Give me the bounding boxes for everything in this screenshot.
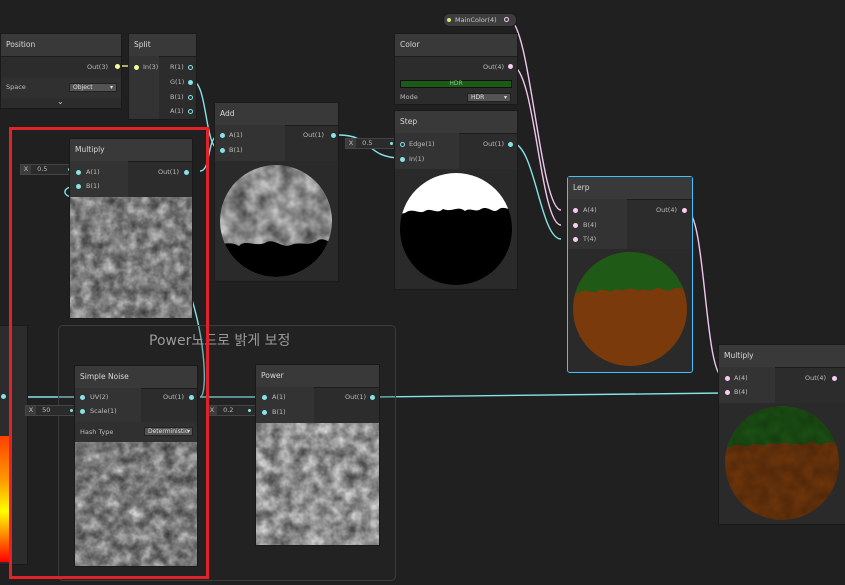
multiply-node-right[interactable]: Multiply A(4) B(4) Out(4): [718, 344, 845, 525]
edge-x-label: X: [346, 139, 356, 148]
uv-out-port[interactable]: [1, 394, 6, 399]
add-out-port[interactable]: [331, 133, 336, 138]
step-in-port[interactable]: [400, 157, 405, 162]
space-dropdown[interactable]: Object ▾: [69, 83, 117, 92]
add-a-port[interactable]: [220, 133, 225, 138]
multiply-right-out-label: Out(4): [805, 374, 826, 382]
multiply-right-b-port[interactable]: [725, 390, 730, 395]
power-out-label: Out(1): [345, 393, 366, 401]
split-g-port[interactable]: [188, 80, 193, 85]
color-out-label: Out(4): [483, 63, 504, 71]
split-r-port[interactable]: [188, 65, 193, 70]
lerp-preview: [568, 249, 692, 371]
multiply-right-title: Multiply: [719, 345, 845, 368]
property-maincolor-label: MainColor(4): [455, 16, 497, 24]
multiply-right-inputs: [719, 367, 775, 403]
multiply-right-preview: [719, 403, 845, 524]
split-node-title: Split: [129, 34, 196, 57]
position-node-title: Position: [1, 34, 121, 57]
add-node[interactable]: Add A(1) B(1) Out(1): [214, 102, 339, 282]
step-edge-input[interactable]: X 0.5: [345, 138, 397, 149]
lerp-node-title: Lerp: [568, 177, 692, 200]
property-maincolor[interactable]: MainColor(4): [443, 13, 517, 27]
power-preview: [256, 423, 379, 545]
color-node-title: Color: [395, 34, 517, 57]
lerp-out-port[interactable]: [682, 208, 687, 213]
step-out-port[interactable]: [508, 142, 513, 147]
lerp-out-label: Out(4): [656, 206, 677, 214]
dropdown-arrow-icon: ▾: [109, 84, 113, 91]
position-out-label: Out(3): [87, 63, 108, 71]
lerp-a-port[interactable]: [573, 208, 578, 213]
split-in-label: In(3): [143, 63, 159, 71]
split-out-b: B(1): [170, 93, 184, 101]
lerp-node[interactable]: Lerp A(4) B(4) T(4) Out(4): [567, 176, 693, 373]
step-node-title: Step: [395, 111, 517, 134]
space-dropdown-value: Object: [73, 84, 93, 91]
hdr-label: HDR: [449, 80, 463, 87]
power-b-label: B(1): [272, 408, 286, 416]
color-out-port[interactable]: [508, 64, 513, 69]
split-a-port[interactable]: [188, 109, 193, 114]
step-in-label: In(1): [409, 155, 425, 163]
position-settings: Space Object ▾: [1, 78, 121, 98]
power-b-value: 0.2: [223, 406, 234, 414]
property-out-port[interactable]: [504, 17, 509, 22]
step-edge-label: Edge(1): [409, 140, 435, 148]
step-inputs: [395, 133, 459, 169]
power-out-port[interactable]: [370, 395, 375, 400]
step-edge-port[interactable]: [400, 142, 405, 147]
multiply-right-a-label: A(4): [734, 374, 748, 382]
power-a-label: A(1): [272, 393, 286, 401]
edge-port-dot: [390, 142, 393, 145]
add-a-label: A(1): [229, 131, 243, 139]
multiply-right-out-port[interactable]: [832, 376, 837, 381]
dropdown-arrow-icon: ▾: [503, 94, 507, 101]
mode-label: Mode: [400, 93, 418, 101]
power-b-port[interactable]: [262, 410, 267, 415]
position-out-port[interactable]: [115, 64, 120, 69]
wire-step-lerp-t: [511, 142, 562, 240]
wire-power-multiply-b: [372, 392, 725, 398]
power-a-port[interactable]: [262, 395, 267, 400]
add-b-port[interactable]: [220, 148, 225, 153]
power-b-input[interactable]: X 0.2: [206, 405, 256, 416]
highlight-rectangle: [9, 127, 209, 579]
power-node-title: Power: [256, 365, 379, 388]
mode-dropdown-value: HDR: [471, 94, 485, 101]
multiply-right-b-label: B(4): [734, 388, 748, 396]
add-preview: [215, 161, 338, 281]
step-node[interactable]: Step Edge(1) In(1) Out(1): [394, 110, 518, 290]
multiply-right-a-port[interactable]: [725, 376, 730, 381]
lerp-b-port[interactable]: [573, 223, 578, 228]
split-out-a: A(1): [170, 107, 184, 115]
add-inputs: [215, 125, 285, 161]
split-b-port[interactable]: [188, 95, 193, 100]
property-dot-icon: [447, 18, 451, 22]
split-node[interactable]: Split In(3) R(1) G(1) B(1) A(1): [128, 33, 197, 120]
split-out-g: G(1): [170, 78, 185, 86]
lerp-t-port[interactable]: [573, 237, 578, 242]
add-out-label: Out(1): [303, 131, 324, 139]
color-swatch[interactable]: HDR: [400, 80, 512, 88]
step-preview: [395, 169, 517, 289]
split-out-r: R(1): [170, 63, 184, 71]
add-b-label: B(1): [229, 146, 243, 154]
lerp-b-label: B(4): [583, 221, 597, 229]
color-node[interactable]: Color Out(4) HDR Mode HDR ▾: [394, 33, 518, 105]
space-label: Space: [6, 83, 26, 91]
chevron-down-icon[interactable]: ⌄: [57, 97, 64, 106]
split-in-port[interactable]: [134, 65, 139, 70]
edge-value: 0.5: [362, 139, 373, 147]
add-node-title: Add: [215, 103, 338, 126]
position-node[interactable]: Position Out(3) Space Object ▾ ⌄: [0, 33, 122, 109]
power-node[interactable]: Power A(1) B(1) Out(1): [255, 364, 380, 546]
mode-dropdown[interactable]: HDR ▾: [467, 93, 511, 102]
lerp-a-label: A(4): [583, 206, 597, 214]
lerp-t-label: T(4): [583, 235, 597, 243]
step-out-label: Out(1): [483, 140, 504, 148]
power-b-dot: [248, 409, 251, 412]
